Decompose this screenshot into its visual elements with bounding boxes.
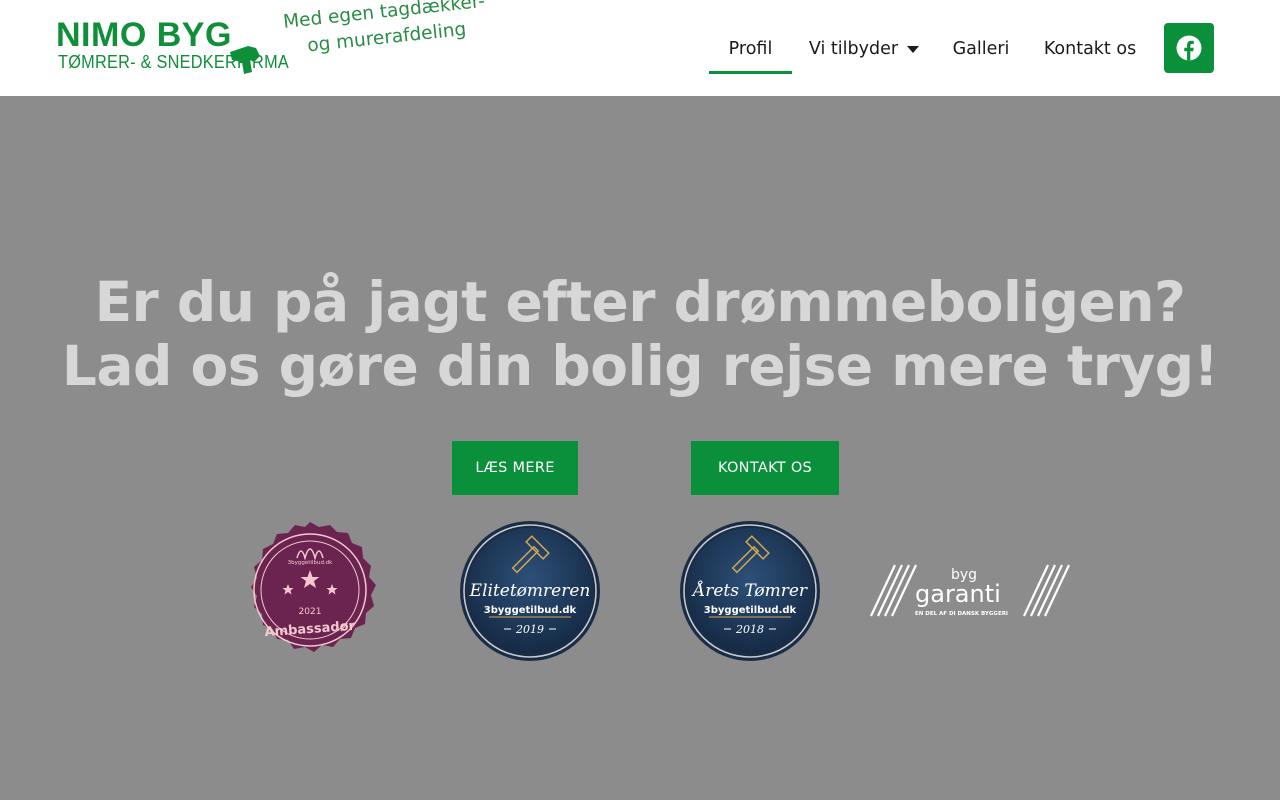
nav-item-label: Galleri [952, 39, 1010, 59]
nav-item-kontakt-os[interactable]: Kontakt os [1038, 24, 1142, 74]
hero-title: Er du på jagt efter drømmeboligen? Lad o… [0, 270, 1280, 398]
arets-tomrer-badge: Årets Tømrer 3byggetilbud.dk 2018 [680, 521, 820, 661]
arets-tomrer-badge-label: Årets Tømrer [691, 580, 808, 601]
main-nav: Profil Vi tilbyder Galleri Kontakt os [0, 24, 1280, 74]
byg-garanti-sub: EN DEL AF DI DANSK BYGGERI [915, 611, 1008, 617]
hero-title-line2: Lad os gøre din bolig rejse mere tryg! [61, 334, 1219, 398]
hero-title-line1: Er du på jagt efter drømmeboligen? [94, 270, 1186, 334]
contact-button[interactable]: KONTAKT OS [691, 441, 839, 495]
elitetomreren-badge: Elitetømreren 3byggetilbud.dk 2019 [460, 521, 600, 661]
elitetomreren-badge-year: 2019 [515, 623, 544, 636]
elitetomreren-badge-site: 3byggetilbud.dk [484, 605, 577, 616]
ambassador-badge-site: 3byggetilbud.dk [288, 560, 334, 566]
nav-item-profil[interactable]: Profil [709, 24, 792, 74]
arets-tomrer-badge-site: 3byggetilbud.dk [704, 605, 797, 616]
nav-item-vi-tilbyder[interactable]: Vi tilbyder [802, 24, 926, 74]
elitetomreren-badge-label: Elitetømreren [469, 581, 591, 601]
byg-garanti-main: garanti [915, 580, 1001, 608]
facebook-button[interactable] [1164, 23, 1214, 73]
nav-item-label: Profil [728, 39, 773, 59]
nav-item-galleri[interactable]: Galleri [946, 24, 1016, 74]
ambassador-badge: 3byggetilbud.dk 2021 Ambassadør [251, 522, 376, 652]
ambassador-badge-year: 2021 [299, 607, 322, 617]
caret-down-icon [907, 45, 920, 53]
read-more-button[interactable]: LÆS MERE [452, 441, 578, 495]
nav-item-label: Vi tilbyder [808, 39, 899, 59]
site-header: NIMO BYG TØMRER- & SNEDKERFIRMA Med egen… [0, 0, 1280, 96]
facebook-icon [1176, 35, 1202, 61]
arets-tomrer-badge-year: 2018 [735, 623, 764, 636]
byg-garanti-logo: byg garanti EN DEL AF DI DANSK BYGGERI [870, 564, 1070, 617]
nav-item-label: Kontakt os [1043, 39, 1137, 59]
